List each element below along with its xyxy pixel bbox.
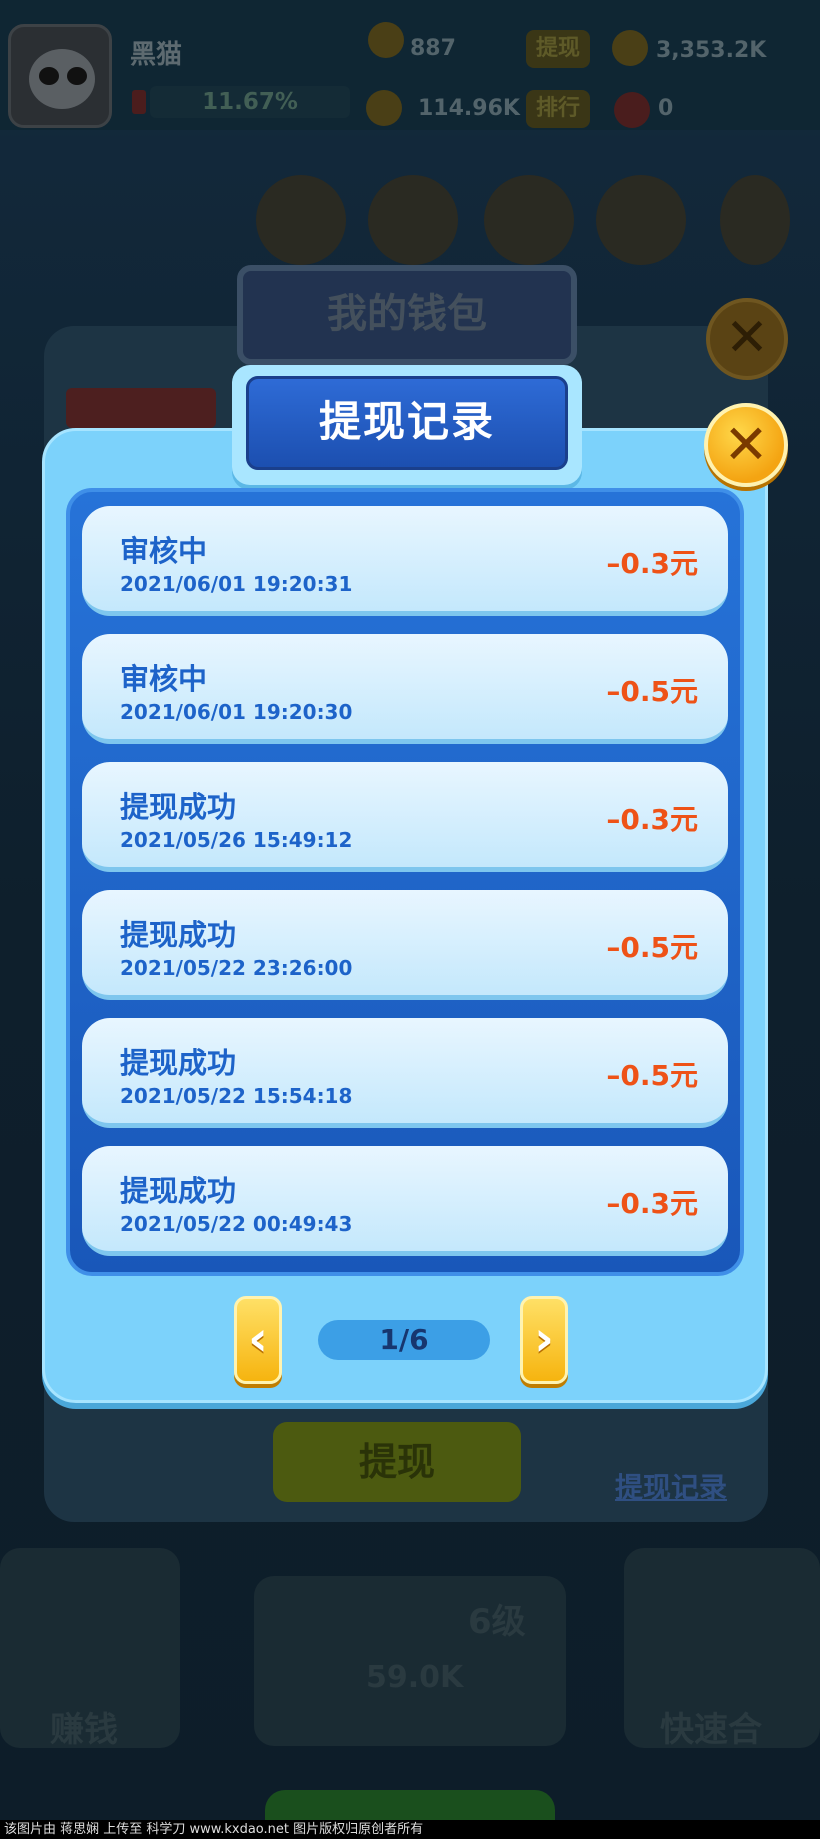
coin-icon — [368, 22, 404, 58]
record-amount: –0.3元 — [606, 547, 698, 580]
record-status: 提现成功 — [120, 790, 237, 824]
level-value: 59.0K — [366, 1660, 464, 1695]
page-indicator: 1/6 — [318, 1320, 490, 1360]
bottom-right-label: 快速合 — [660, 1710, 762, 1750]
progress-percent: 11.67% — [150, 86, 350, 118]
prev-page-button[interactable]: ‹ — [234, 1296, 282, 1384]
record-item: 提现成功 2021/05/22 23:26:00 –0.5元 — [82, 890, 728, 1000]
record-amount: –0.3元 — [606, 803, 698, 836]
pagination: ‹ 1/6 › — [0, 1296, 820, 1396]
top-status-bar — [0, 0, 820, 130]
record-amount: –0.5元 — [606, 1059, 698, 1092]
wallet-close-icon: ✕ — [706, 298, 788, 380]
top-rank-button: 排行 — [526, 90, 590, 128]
wallet-title: 我的钱包 — [237, 265, 577, 365]
record-list[interactable]: 审核中 2021/06/01 19:20:31 –0.3元 审核中 2021/0… — [66, 488, 744, 1276]
withdraw-record-link: 提现记录 — [615, 1471, 728, 1504]
feature-icon-1 — [256, 175, 346, 265]
record-time: 2021/06/01 19:20:30 — [120, 700, 353, 724]
avatar — [8, 24, 112, 128]
close-icon: ✕ — [723, 413, 769, 476]
modal-title: 提现记录 — [246, 376, 568, 470]
wallet-withdraw-button: 提现 — [273, 1422, 521, 1502]
record-status: 提现成功 — [120, 1046, 237, 1080]
modal-title-frame: 提现记录 — [232, 365, 582, 485]
level-label: 6级 — [468, 1602, 526, 1642]
stat-income: 114.96K — [418, 96, 520, 121]
record-item: 审核中 2021/06/01 19:20:30 –0.5元 — [82, 634, 728, 744]
record-status: 审核中 — [120, 662, 208, 696]
watermark-text: 该图片由 蒋思娴 上传至 科学刀 www.kxdao.net 图片版权归原创者所… — [0, 1820, 820, 1839]
record-amount: –0.3元 — [606, 1187, 698, 1220]
progress-marker — [132, 90, 146, 114]
stat-gold: 3,353.2K — [656, 38, 767, 63]
record-item: 审核中 2021/06/01 19:20:31 –0.3元 — [82, 506, 728, 616]
income-icon — [366, 90, 402, 126]
record-time: 2021/06/01 19:20:31 — [120, 572, 353, 596]
record-item: 提现成功 2021/05/26 15:49:12 –0.3元 — [82, 762, 728, 872]
close-button[interactable]: ✕ — [704, 403, 788, 487]
feature-icon-5 — [720, 175, 790, 265]
feature-icon-3 — [484, 175, 574, 265]
next-page-button[interactable]: › — [520, 1296, 568, 1384]
record-time: 2021/05/22 23:26:00 — [120, 956, 353, 980]
record-amount: –0.5元 — [606, 931, 698, 964]
record-time: 2021/05/26 15:49:12 — [120, 828, 353, 852]
record-status: 审核中 — [120, 534, 208, 568]
bottom-left-label: 赚钱 — [50, 1710, 118, 1750]
gold-icon — [612, 30, 648, 66]
top-withdraw-button: 提现 — [526, 30, 590, 68]
heart-icon — [614, 92, 650, 128]
feature-icon-2 — [368, 175, 458, 265]
player-name: 黑猫 — [130, 40, 183, 70]
record-item: 提现成功 2021/05/22 00:49:43 –0.3元 — [82, 1146, 728, 1256]
stat-coins: 887 — [410, 36, 456, 61]
record-status: 提现成功 — [120, 918, 237, 952]
panda-eye-left — [39, 67, 59, 85]
wallet-red-tag — [66, 388, 216, 428]
record-status: 提现成功 — [120, 1174, 237, 1208]
panda-eye-right — [67, 67, 87, 85]
chevron-left-icon: ‹ — [248, 1311, 268, 1367]
record-amount: –0.5元 — [606, 675, 698, 708]
chevron-right-icon: › — [534, 1311, 554, 1367]
feature-icon-4 — [596, 175, 686, 265]
record-time: 2021/05/22 00:49:43 — [120, 1212, 353, 1236]
record-item: 提现成功 2021/05/22 15:54:18 –0.5元 — [82, 1018, 728, 1128]
record-time: 2021/05/22 15:54:18 — [120, 1084, 353, 1108]
stat-hearts: 0 — [658, 96, 674, 121]
